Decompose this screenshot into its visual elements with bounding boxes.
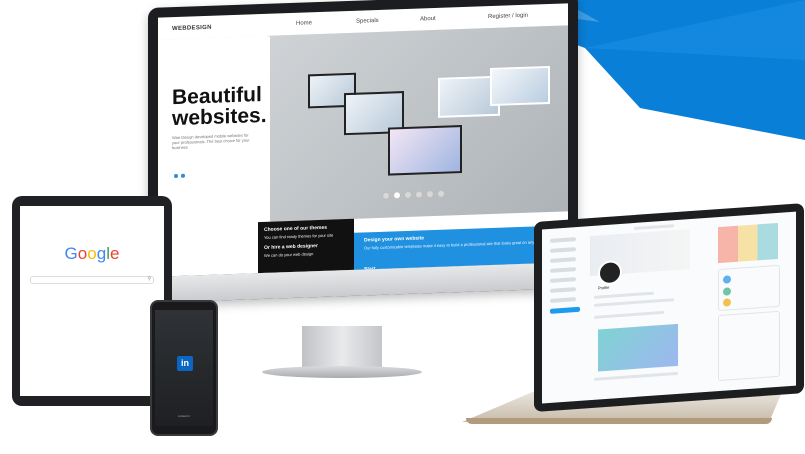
hero-title: Beautiful websites. <box>172 83 272 131</box>
mock-screen-5 <box>490 65 550 107</box>
suggestion-avatar[interactable] <box>723 275 731 284</box>
phone-screen: in Linked in <box>155 310 213 426</box>
themes-card[interactable]: Choose one of our themes You can find re… <box>258 218 354 277</box>
hero-social-dots <box>174 165 188 183</box>
profile-name: Profile <box>598 284 610 291</box>
desktop-stand-foot <box>262 366 422 378</box>
tablet-screen: Google ⚲ <box>20 206 164 396</box>
suggestion-avatar[interactable] <box>723 287 731 296</box>
phone-footer-text: Linked in <box>177 414 190 418</box>
search-input[interactable]: ⚲ <box>30 276 154 284</box>
trends-panel <box>718 310 780 382</box>
post-image[interactable] <box>598 323 678 372</box>
hero-subtitle: Wae Design developed mobile websites for… <box>172 132 250 151</box>
nav-home[interactable]: Home <box>296 20 312 27</box>
hero-text-panel <box>158 35 268 277</box>
nav-specials[interactable]: Specials <box>356 18 379 25</box>
search-icon[interactable]: ⚲ <box>147 276 151 282</box>
laptop-lip <box>466 418 772 424</box>
device-mockup-scene: WEBDESIGN Home Specials About Register /… <box>0 0 805 454</box>
sidebar-item[interactable] <box>550 297 576 303</box>
laptop-device: Profile <box>534 203 804 412</box>
media-tiles[interactable] <box>718 222 778 264</box>
suggestions-panel <box>718 264 780 312</box>
sidebar-item[interactable] <box>550 287 576 293</box>
site-logo[interactable]: WEBDESIGN <box>172 25 212 32</box>
post-footer-line <box>594 371 678 381</box>
sidebar-item[interactable] <box>550 277 576 283</box>
sidebar-item[interactable] <box>550 237 576 243</box>
profile-bio-line <box>594 291 654 299</box>
sidebar-item[interactable] <box>550 257 576 263</box>
profile-tabs-line <box>594 298 674 307</box>
hero-title-line2: websites. <box>172 103 267 131</box>
desktop-screen: WEBDESIGN Home Specials About Register /… <box>158 3 568 277</box>
google-logo: Google <box>64 244 120 263</box>
profile-avatar[interactable] <box>598 259 622 286</box>
linkedin-icon[interactable]: in <box>177 356 193 371</box>
slider-dots[interactable] <box>382 185 448 205</box>
nav-about[interactable]: About <box>420 16 436 23</box>
post-text-line <box>594 310 664 319</box>
desktop-monitor: WEBDESIGN Home Specials About Register /… <box>148 0 578 303</box>
sidebar-item[interactable] <box>550 267 576 273</box>
sidebar-item[interactable] <box>550 247 576 253</box>
app-title-bar <box>634 224 674 231</box>
designer-card-body: We can do your web design <box>264 251 314 258</box>
suggestion-avatar[interactable] <box>723 298 731 307</box>
social-sidebar <box>548 237 584 400</box>
post-button[interactable] <box>550 306 580 314</box>
themes-card-body: You can find ready themes for your site <box>264 232 334 240</box>
phone-device: in Linked in <box>150 300 218 436</box>
laptop-screen: Profile <box>542 211 796 404</box>
nav-register-login[interactable]: Register / login <box>488 13 528 20</box>
tablet-device: Google ⚲ <box>12 196 172 406</box>
mock-screen-3 <box>388 125 462 176</box>
